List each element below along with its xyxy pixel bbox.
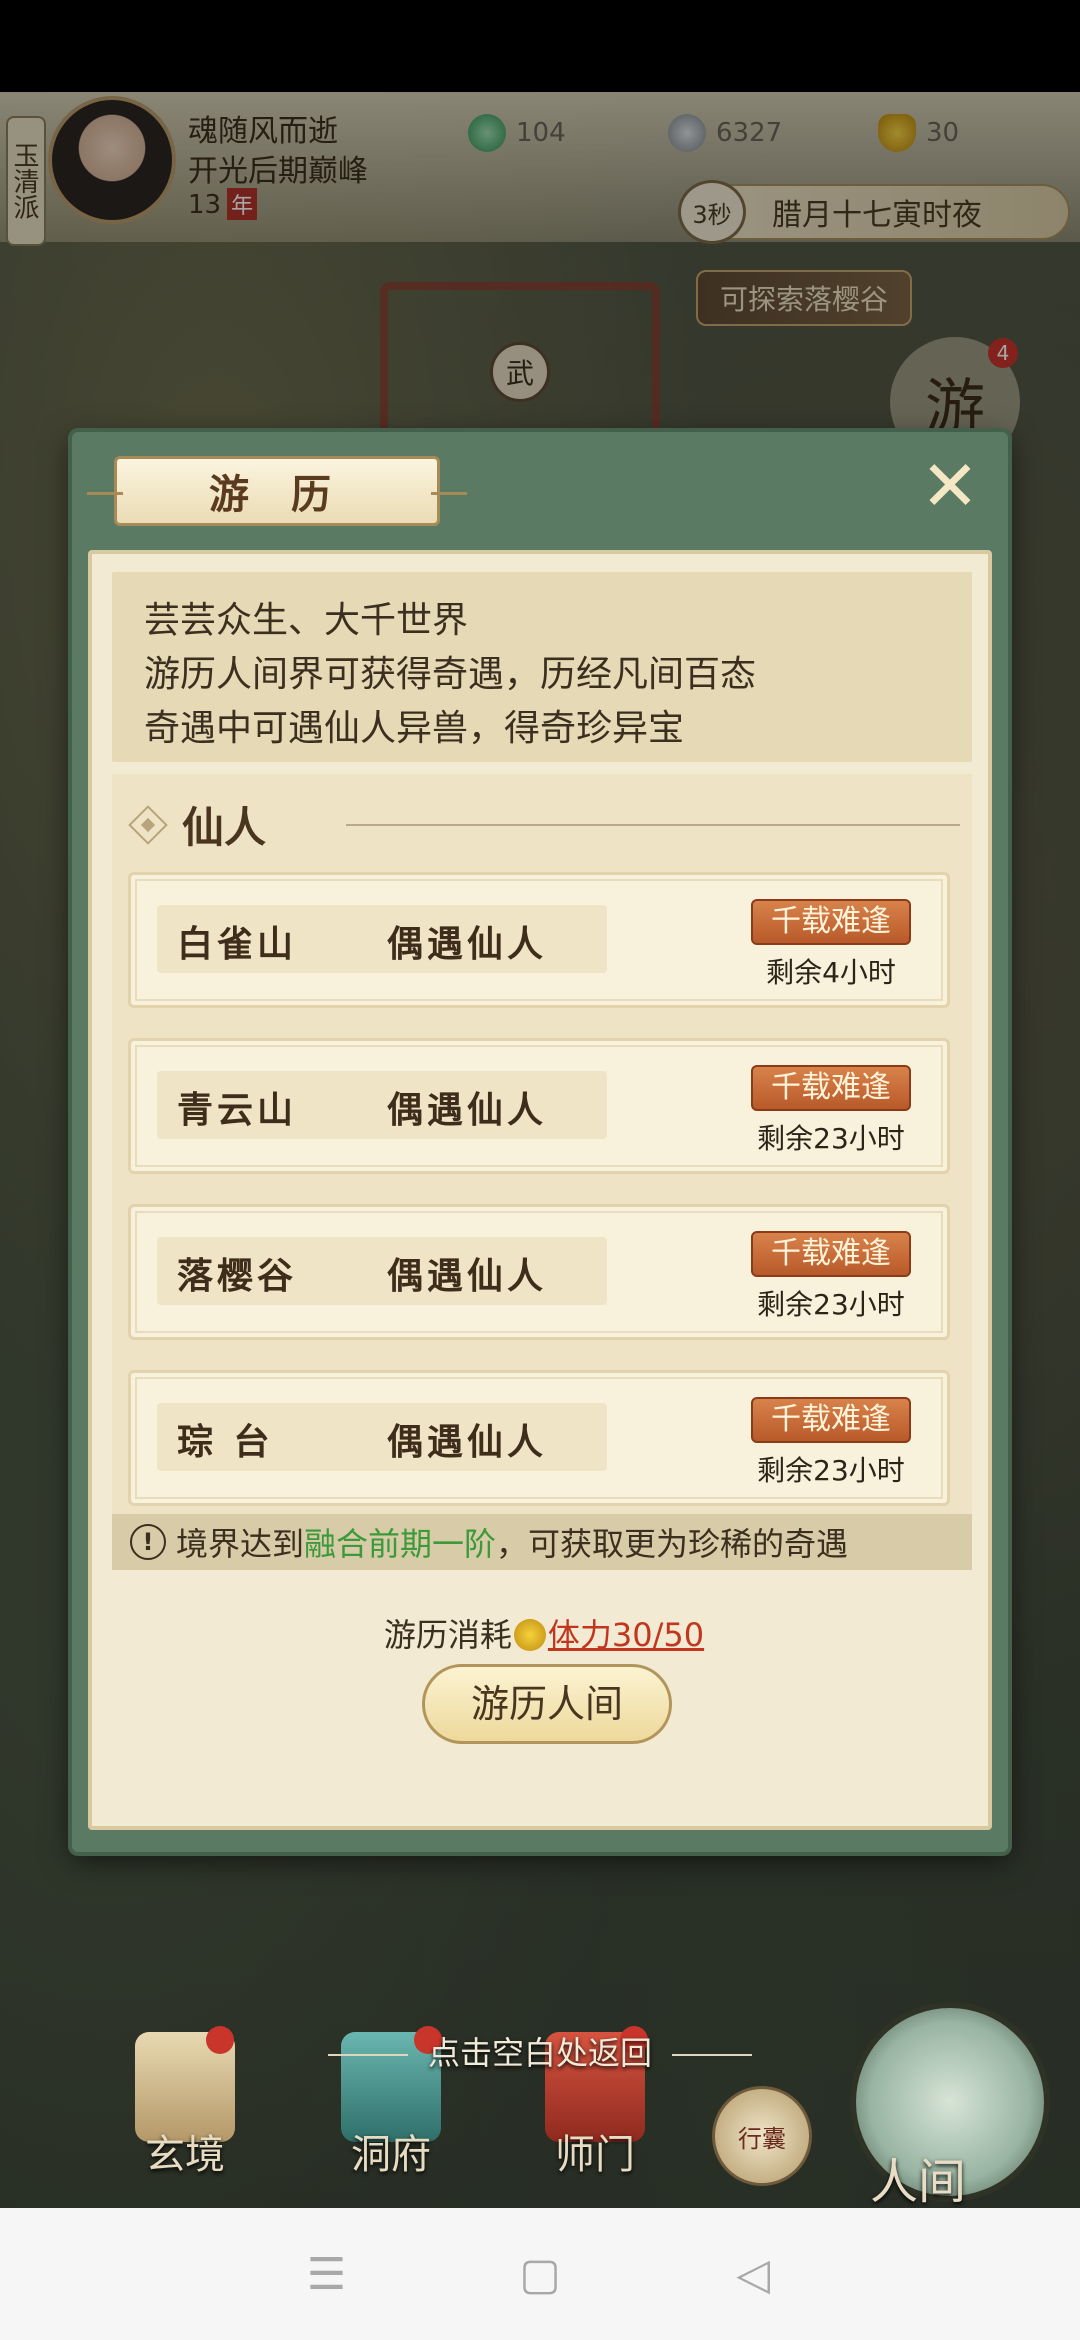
nav-label: 师门 xyxy=(555,2132,635,2178)
tip-prefix: 境界达到 xyxy=(176,1525,305,1563)
home-icon[interactable]: ▢ xyxy=(510,2244,570,2304)
cost-label: 游历消耗 xyxy=(383,1616,512,1654)
rarity-badge: 千载难逢 xyxy=(751,899,911,945)
encounter-type: 偶遇仙人 xyxy=(387,1255,548,1297)
diamond-icon xyxy=(128,804,168,845)
rarity-badge: 千载难逢 xyxy=(751,1065,911,1111)
divider xyxy=(327,2054,408,2056)
encounter-row[interactable]: 落樱谷 偶遇仙人 千载难逢 剩余23小时 xyxy=(128,1204,950,1340)
bottom-nav: 玄境 洞府 师门 行囊 人间 xyxy=(0,1992,1080,2208)
back-icon[interactable]: ◁ xyxy=(723,2244,783,2304)
travel-button[interactable]: 游历人间 xyxy=(422,1664,672,1744)
encounter-remaining: 剩余23小时 xyxy=(757,1122,905,1155)
encounter-type: 偶遇仙人 xyxy=(387,1089,548,1131)
cost-row: 游历消耗 体力30/50 xyxy=(92,1610,996,1656)
exclamation-icon: ! xyxy=(130,1524,166,1560)
nav-label: 洞府 xyxy=(351,2132,431,2178)
encounter-row[interactable]: 青云山 偶遇仙人 千载难逢 剩余23小时 xyxy=(128,1038,950,1174)
section-title: 仙人 xyxy=(182,803,267,852)
stamina-cost[interactable]: 体力30/50 xyxy=(548,1616,704,1654)
encounter-remaining: 剩余4小时 xyxy=(766,956,896,989)
stamina-icon xyxy=(513,1619,546,1651)
back-hint[interactable]: 点击空白处返回 xyxy=(0,2028,1080,2074)
description-line: 芸芸众生、大千世界 xyxy=(144,600,469,641)
encounter-place: 白雀山 xyxy=(177,923,298,965)
encounter-place: 落樱谷 xyxy=(177,1255,298,1297)
realm-tip: ! 境界达到 融合前期一阶 ，可获取更为珍稀的奇遇 xyxy=(112,1514,972,1570)
nav-renjian[interactable]: 人间 xyxy=(870,2142,966,2208)
encounter-remaining: 剩余23小时 xyxy=(757,1454,905,1487)
tip-suffix: ，可获取更为珍稀的奇遇 xyxy=(496,1525,849,1563)
description-line: 奇遇中可遇仙人异兽，得奇珍异宝 xyxy=(144,708,685,749)
nav-bag[interactable]: 行囊 xyxy=(712,2086,812,2186)
encounter-row[interactable]: 琮 台 偶遇仙人 千载难逢 剩余23小时 xyxy=(128,1370,950,1506)
encounter-row[interactable]: 白雀山 偶遇仙人 千载难逢 剩余4小时 xyxy=(128,872,950,1008)
divider xyxy=(672,2054,752,2056)
close-icon[interactable]: ✕ xyxy=(918,451,982,521)
encounter-place: 琮 台 xyxy=(177,1421,274,1463)
travel-modal: 游 历 ✕ 芸芸众生、大千世界 游历人间界可获得奇遇，历经凡间百态 奇遇中可遇仙… xyxy=(72,432,1008,1852)
rarity-badge: 千载难逢 xyxy=(751,1231,911,1277)
encounter-remaining: 剩余23小时 xyxy=(757,1288,905,1321)
rarity-badge: 千载难逢 xyxy=(751,1397,911,1443)
encounter-place: 青云山 xyxy=(177,1089,298,1131)
back-hint-text: 点击空白处返回 xyxy=(427,2034,652,2072)
encounter-type: 偶遇仙人 xyxy=(387,1421,548,1463)
modal-title: 游 历 xyxy=(87,456,467,526)
status-bar xyxy=(0,0,1080,92)
section-header: 仙人 xyxy=(120,794,960,855)
encounter-type: 偶遇仙人 xyxy=(387,923,548,965)
nav-label: 玄境 xyxy=(145,2132,225,2178)
immortal-section: 仙人 白雀山 偶遇仙人 千载难逢 剩余4小时 青云山 偶遇仙人 千载难逢 剩余2… xyxy=(112,774,972,1514)
system-nav-bar: ☰ ▢ ◁ xyxy=(0,2208,1080,2340)
modal-body: 芸芸众生、大千世界 游历人间界可获得奇遇，历经凡间百态 奇遇中可遇仙人异兽，得奇… xyxy=(88,550,992,1830)
divider xyxy=(346,823,960,826)
description-box: 芸芸众生、大千世界 游历人间界可获得奇遇，历经凡间百态 奇遇中可遇仙人异兽，得奇… xyxy=(112,572,972,762)
description-line: 游历人间界可获得奇遇，历经凡间百态 xyxy=(144,654,757,695)
menu-icon[interactable]: ☰ xyxy=(297,2244,357,2304)
tip-realm: 融合前期一阶 xyxy=(304,1525,497,1563)
